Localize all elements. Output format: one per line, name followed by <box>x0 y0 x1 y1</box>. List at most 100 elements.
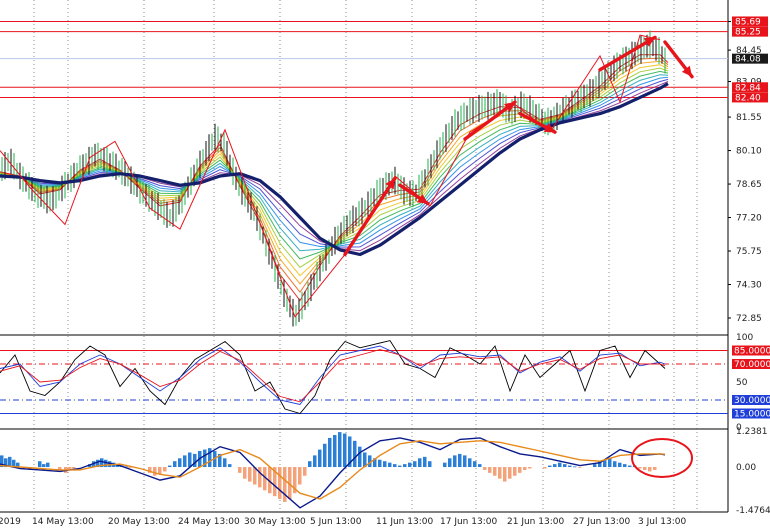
macd-histogram-bar <box>243 467 247 479</box>
time-tick-label: 11 Jun 13:00 <box>376 517 433 527</box>
macd-histogram-bar <box>42 464 46 468</box>
vertical-gridlines <box>0 0 729 513</box>
price-tick-label: 81.55 <box>736 113 762 123</box>
macd-histogram-bar <box>303 467 307 476</box>
macd-histogram-bar <box>488 467 492 473</box>
oscillator-level-tag-label: 15.0000 <box>734 410 770 420</box>
macd-histogram-bar <box>518 467 522 473</box>
macd-histogram-bar <box>298 467 302 485</box>
macd-histogram-bar <box>593 464 597 468</box>
macd-histogram-bar <box>338 432 342 468</box>
macd-histogram-bar <box>308 461 312 468</box>
macd-histogram-bar <box>248 467 252 482</box>
macd-histogram-bar <box>543 467 547 469</box>
macd-histogram-bar <box>498 467 502 479</box>
macd-histogram-bar <box>393 464 397 468</box>
macd-histogram-bar <box>458 453 462 468</box>
time-tick-label: 24 May 13:00 <box>178 517 240 527</box>
price-level-tag-label: 84.08 <box>735 55 761 65</box>
macd-histogram-bar <box>163 467 167 472</box>
macd-histogram-bar <box>388 462 392 468</box>
macd-histogram-bar <box>418 458 422 468</box>
macd-histogram-bar <box>46 462 50 468</box>
macd-line <box>0 440 666 500</box>
ribbon-ma-line <box>0 70 669 260</box>
macd-histogram-bar <box>548 465 552 468</box>
price-panel <box>0 20 728 327</box>
macd-histogram-bar <box>223 458 227 468</box>
price-level-tag-label: 85.25 <box>735 28 761 38</box>
oscillator-line <box>0 340 666 415</box>
macd-histogram-bar <box>333 435 337 468</box>
macd-histogram-bar <box>328 437 332 468</box>
time-tick-label: 3 Jul 13:00 <box>638 517 687 527</box>
macd-histogram-bar <box>228 464 232 468</box>
price-level-tag-label: 82.40 <box>735 93 761 103</box>
macd-histogram-bar <box>608 458 612 468</box>
macd-histogram-bar <box>398 465 402 468</box>
macd-histogram-bar <box>523 467 527 470</box>
macd-histogram-bar <box>343 433 347 468</box>
macd-histogram-bar <box>478 464 482 468</box>
macd-histogram-bar <box>558 462 562 468</box>
macd-histogram-bar <box>283 467 287 502</box>
macd-histogram-bar <box>463 455 467 468</box>
macd-histogram-bar <box>453 455 457 468</box>
macd-histogram-bar <box>613 461 617 468</box>
macd-histogram-bar <box>473 461 477 468</box>
time-tick-label: 21 Jun 13:00 <box>507 517 564 527</box>
price-tick-label: 77.20 <box>736 214 762 224</box>
macd-tick-label: -1.4764 <box>736 506 770 516</box>
macd-histogram-bar <box>653 467 657 470</box>
macd-histogram-bar <box>318 449 322 468</box>
oscillator-tick-label: 50 <box>736 378 748 388</box>
macd-histogram-bar <box>573 466 577 468</box>
ribbon-ma-line <box>0 76 669 248</box>
macd-histogram-bar <box>378 459 382 468</box>
macd-histogram-bar <box>178 458 182 468</box>
macd-histogram-bar <box>568 465 572 468</box>
macd-histogram-bar <box>358 446 362 468</box>
price-tick-label: 74.30 <box>736 281 762 291</box>
chart-canvas: 85.6984.4583.0981.5580.1078.6577.2075.75… <box>0 0 770 527</box>
macd-histogram-bar <box>173 461 177 468</box>
time-tick-label: 30 May 13:00 <box>244 517 306 527</box>
oscillator-panel <box>0 340 728 415</box>
macd-tick-label: 0.00 <box>736 463 756 473</box>
highlight-ellipse <box>631 438 693 478</box>
time-tick-label: 17 Jun 13:00 <box>440 517 497 527</box>
macd-histogram-bar <box>428 461 432 468</box>
macd-histogram-bar <box>403 464 407 468</box>
macd-histogram-bar <box>483 467 487 470</box>
time-tick-label: 20 May 13:00 <box>108 517 170 527</box>
macd-histogram-bar <box>313 455 317 468</box>
price-tick-label: 72.85 <box>736 314 762 324</box>
macd-histogram-bar <box>353 440 357 468</box>
macd-histogram-bar <box>168 465 172 468</box>
macd-histogram-bar <box>153 467 157 476</box>
macd-histogram-bar <box>208 448 212 468</box>
macd-histogram-bar <box>508 467 512 479</box>
macd-histogram-bar <box>188 452 192 468</box>
macd-histogram-bar <box>628 465 632 468</box>
time-tick-label: 27 Jun 13:00 <box>573 517 630 527</box>
macd-tick-label: 1.2381 <box>736 427 768 437</box>
macd-histogram-bar <box>563 464 567 468</box>
macd-histogram-bar <box>238 467 242 473</box>
time-axis: 2019 14 May 13:00 20 May 13:00 24 May 13:00… <box>0 517 687 527</box>
oscillator-level-tag-label: 85.0000 <box>734 347 770 357</box>
macd-histogram-bar <box>493 467 497 476</box>
time-tick-label: 2019 <box>0 517 21 527</box>
price-level-tag-label: 82.84 <box>735 83 761 93</box>
macd-histogram-bar <box>408 462 412 468</box>
macd-histogram-bar <box>553 464 557 468</box>
macd-histogram-bar <box>72 467 76 469</box>
macd-histogram-bar <box>578 467 582 468</box>
macd-histogram-bar <box>183 455 187 468</box>
oscillator-level-tag-label: 70.0000 <box>734 360 770 370</box>
time-tick-label: 5 Jun 13:00 <box>310 517 362 527</box>
macd-histogram-bar <box>448 458 452 468</box>
macd-histogram-bar <box>423 456 427 468</box>
price-axis: 85.6984.4583.0981.5580.1078.6577.2075.75… <box>728 16 770 516</box>
oscillator-line <box>0 349 666 403</box>
